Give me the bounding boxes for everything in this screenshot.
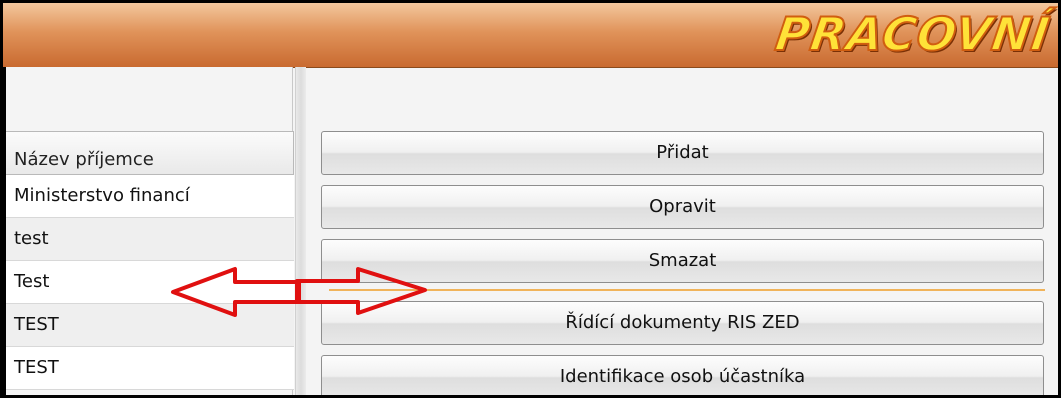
delete-button[interactable]: Smazat [321,239,1044,283]
orange-divider [329,289,1045,291]
table-row[interactable]: TEST [6,304,294,347]
edit-button[interactable]: Opravit [321,185,1044,229]
add-button[interactable]: Přidat [321,131,1044,175]
recipient-grid: Název příjemce Ministerstvo financí test… [6,131,294,390]
identify-participants-button[interactable]: Identifikace osob účastníka [321,355,1044,395]
title-bar: PRACOVNÍ [3,3,1058,68]
column-header-recipient-name[interactable]: Název příjemce [6,131,294,175]
app-window: PRACOVNÍ Název příjemce Ministerstvo fin… [0,0,1061,398]
table-row[interactable]: Ministerstvo financí [6,175,294,218]
panel-splitter[interactable] [295,67,306,395]
action-buttons: Přidat Opravit Smazat Řídící dokumenty R… [321,131,1046,395]
governing-documents-button[interactable]: Řídící dokumenty RIS ZED [321,301,1044,345]
table-row[interactable]: test [6,218,294,261]
table-row[interactable]: TEST [6,347,294,390]
app-logo: PRACOVNÍ [771,6,1054,62]
table-row[interactable]: Test [6,261,294,304]
